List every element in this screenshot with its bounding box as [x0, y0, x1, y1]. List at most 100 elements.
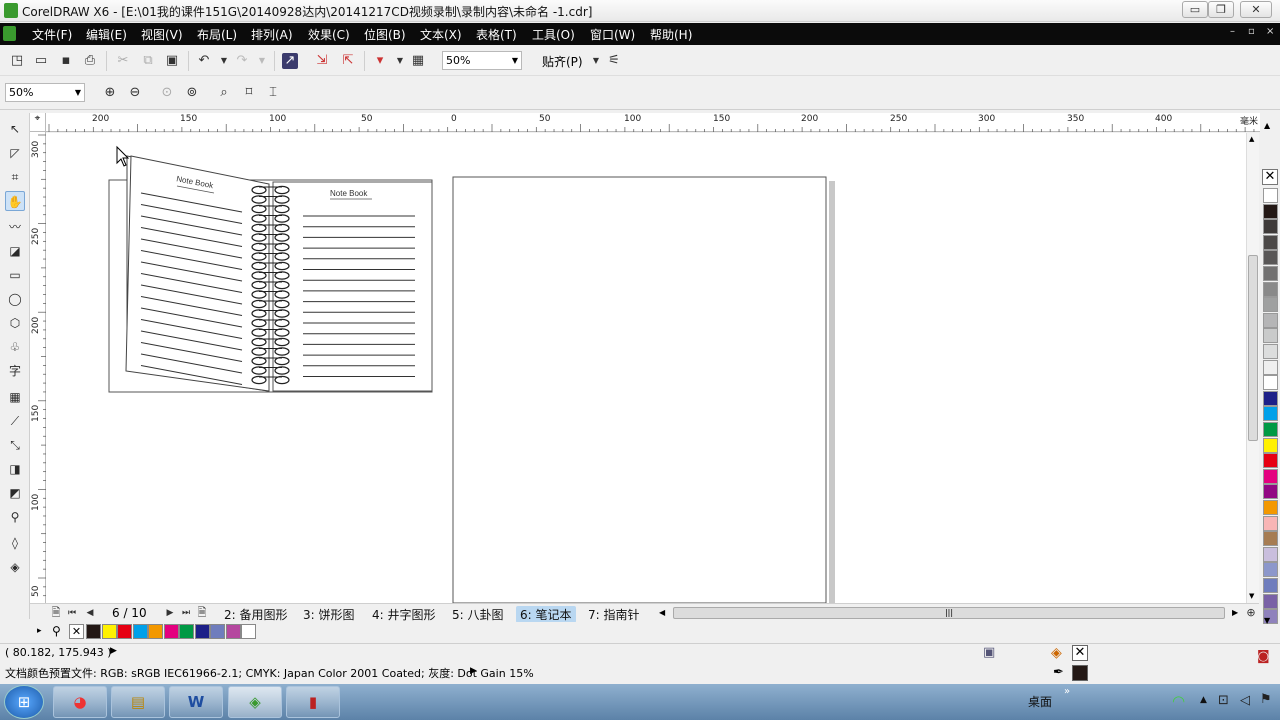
polygon-tool-icon[interactable]: ⬡	[5, 313, 25, 333]
palette-swatch[interactable]	[1263, 546, 1278, 562]
menu-arrange[interactable]: 排列(A)	[251, 26, 293, 43]
hscroll-thumb[interactable]: |||	[673, 607, 1225, 619]
zoom-levels-select[interactable]: 50% ▼	[5, 83, 85, 102]
notebook-drawing[interactable]: Note Book Note Book	[108, 155, 433, 393]
text-tool-icon[interactable]: 字	[5, 361, 25, 381]
desktop-toolbar-label[interactable]: 桌面	[1028, 693, 1052, 710]
snap-to-button[interactable]: 贴齐(P)	[542, 53, 583, 70]
palette-swatch[interactable]	[1263, 578, 1278, 593]
palette-swatch[interactable]	[1263, 250, 1278, 266]
launcher-dropdown-icon[interactable]: ▼	[392, 53, 408, 69]
navigator-icon[interactable]: ⊕	[1243, 605, 1259, 621]
close-button[interactable]: ✕	[1240, 1, 1272, 18]
palette-swatch[interactable]	[1263, 437, 1278, 453]
palette-swatch[interactable]	[1263, 375, 1278, 391]
palette-swatch[interactable]	[1263, 484, 1278, 500]
ellipse-tool-icon[interactable]: ◯	[5, 289, 25, 309]
palette-swatch[interactable]	[1263, 531, 1278, 547]
doc-palette-swatch[interactable]	[241, 624, 256, 639]
doc-minimize-button[interactable]: –	[1230, 26, 1235, 37]
outline-pen-icon[interactable]: ◊	[5, 533, 25, 553]
menu-edit[interactable]: 编辑(E)	[86, 26, 127, 43]
menu-effects[interactable]: 效果(C)	[308, 26, 350, 43]
scroll-up-icon[interactable]: ▲	[1249, 135, 1254, 143]
page-tab[interactable]: 5: 八卦图	[452, 606, 504, 623]
dimension-tool-icon[interactable]: ⟋	[5, 411, 25, 431]
palette-swatch[interactable]	[1263, 266, 1278, 281]
save-icon[interactable]: ▪	[58, 53, 74, 69]
taskbar-explorer-icon[interactable]: ▤	[111, 686, 165, 718]
doc-palette-swatch[interactable]	[210, 624, 225, 639]
tray-expand-icon[interactable]: ▲	[1200, 695, 1207, 705]
palette-swatch[interactable]	[1263, 281, 1278, 297]
menu-bitmaps[interactable]: 位图(B)	[364, 26, 406, 43]
interactive-blend-icon[interactable]: ◨	[5, 459, 25, 479]
color-profile-expand-icon[interactable]: ▶	[470, 666, 477, 676]
scroll-thumb[interactable]	[1248, 255, 1258, 441]
menu-tools[interactable]: 工具(O)	[532, 26, 575, 43]
palette-swatch[interactable]	[1263, 344, 1278, 359]
zoom-to-selected-icon[interactable]: ⊙	[159, 85, 175, 101]
copy-icon[interactable]: ⧉	[140, 53, 156, 69]
page-tab-active[interactable]: 6: 笔记本	[516, 606, 576, 623]
network-icon[interactable]: ⊡	[1218, 693, 1229, 708]
import-icon[interactable]: ⇲	[314, 53, 330, 69]
options-icon[interactable]: ⚟	[606, 53, 622, 69]
eyedropper-tool-icon[interactable]: ⚲	[5, 507, 25, 527]
page-tab[interactable]: 2: 备用图形	[224, 606, 288, 623]
minimize-button[interactable]: ▭	[1182, 1, 1208, 18]
start-button[interactable]: ⊞	[4, 685, 44, 719]
palette-swatch[interactable]	[1263, 422, 1278, 437]
zoom-to-height-icon[interactable]: ⌶	[265, 85, 281, 101]
undo-icon[interactable]: ↶	[196, 53, 212, 69]
no-color-swatch[interactable]: ✕	[69, 624, 84, 639]
print-icon[interactable]: ⎙	[82, 53, 98, 69]
toolbar-expand-icon[interactable]: »	[1064, 686, 1070, 697]
doc-palette-swatch[interactable]	[148, 624, 163, 639]
palette-swatch[interactable]	[1263, 188, 1278, 203]
palette-swatch[interactable]	[1263, 390, 1278, 406]
scroll-down-icon[interactable]: ▼	[1249, 592, 1254, 600]
palette-swatch[interactable]	[1263, 312, 1278, 328]
search-content-icon[interactable]: ↗	[282, 53, 298, 69]
no-color-swatch[interactable]: ✕	[1262, 169, 1278, 185]
doc-restore-button[interactable]: ▫	[1248, 26, 1255, 37]
doc-close-button[interactable]: ×	[1266, 26, 1274, 37]
cut-icon[interactable]: ✂	[115, 53, 131, 69]
taskbar-coreldraw-icon[interactable]: ◈	[228, 686, 282, 718]
user-icon[interactable]: ◙	[1257, 649, 1270, 664]
taskbar-recorder-icon[interactable]: ▮	[286, 686, 340, 718]
taskbar-word-icon[interactable]: W	[169, 686, 223, 718]
palette-swatch[interactable]	[1263, 219, 1278, 235]
hscroll-right-icon[interactable]: ▶	[1232, 608, 1238, 617]
restore-button[interactable]: ❐	[1208, 1, 1234, 18]
page-tab[interactable]: 7: 指南针	[588, 606, 640, 623]
outline-pen-indicator-icon[interactable]: ✒	[1053, 665, 1064, 680]
palette-swatch[interactable]	[1263, 359, 1278, 375]
smart-fill-icon[interactable]: ◪	[5, 241, 25, 261]
vertical-ruler[interactable]: 300 250 200 150 100 50	[30, 132, 46, 603]
color-profile-text[interactable]: 文档颜色预置文件: RGB: sRGB IEC61966-2.1; CMYK: …	[5, 665, 534, 681]
table-tool-icon[interactable]: ▦	[5, 387, 25, 407]
volume-icon[interactable]: ◁	[1240, 693, 1250, 708]
palette-swatch[interactable]	[1263, 453, 1278, 469]
ruler-origin-icon[interactable]: ⌖	[30, 113, 46, 132]
outline-color-swatch[interactable]	[1072, 665, 1088, 681]
next-page-icon[interactable]: ▶	[162, 605, 178, 621]
add-page-before-icon[interactable]: 🗎	[48, 605, 64, 621]
doc-palette-swatch[interactable]	[179, 624, 194, 639]
connector-tool-icon[interactable]: ⤡	[5, 435, 25, 455]
action-center-icon[interactable]: ⚑	[1260, 692, 1272, 707]
doc-palette-menu-icon[interactable]: ▸	[37, 626, 42, 636]
palette-swatch[interactable]	[1263, 203, 1278, 219]
zoom-to-page-icon[interactable]: ⌕	[216, 85, 232, 101]
rectangle-tool-icon[interactable]: ▭	[5, 265, 25, 285]
doc-palette-swatch[interactable]	[117, 624, 132, 639]
palette-scroll-down-icon[interactable]: ▼	[1264, 616, 1270, 625]
freehand-tool-icon[interactable]: 〰	[5, 217, 25, 237]
fill-tool-icon[interactable]: ◈	[5, 557, 25, 577]
pan-tool-icon[interactable]: ✋	[5, 191, 25, 211]
doc-palette-swatch[interactable]	[101, 624, 117, 639]
palette-swatch[interactable]	[1263, 297, 1278, 313]
menu-file[interactable]: 文件(F)	[32, 26, 72, 43]
